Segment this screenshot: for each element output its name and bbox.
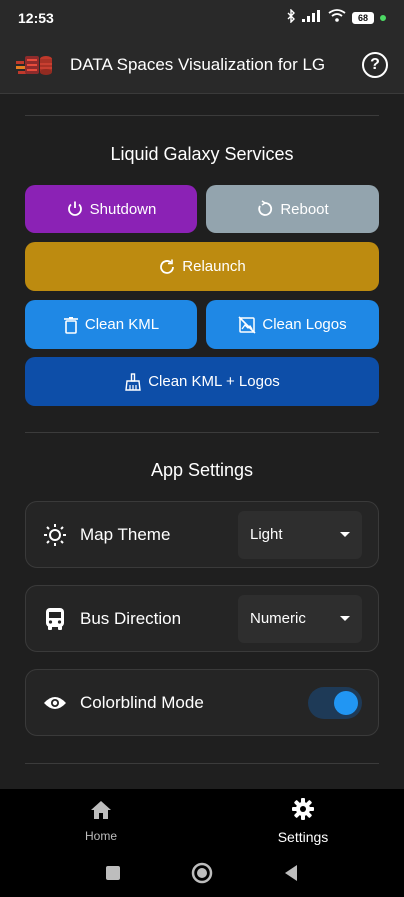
settings-content: Liquid Galaxy Services Shutdown Reboot R…: [0, 94, 404, 789]
reboot-button[interactable]: Reboot: [206, 185, 379, 233]
clean-all-button[interactable]: Clean KML + Logos: [25, 357, 379, 406]
battery-icon: 68: [352, 12, 374, 24]
restart-icon: [256, 200, 274, 218]
status-bar: 12:53 68: [0, 0, 404, 36]
gear-icon: [292, 797, 314, 825]
divider: [25, 432, 379, 433]
chevron-down-icon: [340, 616, 350, 621]
bluetooth-icon: [286, 7, 296, 28]
recents-icon[interactable]: [105, 865, 121, 886]
relaunch-label: Relaunch: [182, 258, 246, 275]
nav-home-label: Home: [84, 828, 117, 843]
refresh-icon: [158, 258, 176, 276]
map-theme-dropdown[interactable]: Light: [238, 510, 362, 559]
settings-title: App Settings: [150, 460, 254, 480]
sun-icon: [42, 523, 68, 547]
map-theme-setting: Map Theme Light: [25, 501, 379, 568]
chevron-down-icon: [340, 532, 350, 537]
nav-settings[interactable]: Settings: [202, 789, 404, 853]
nav-home[interactable]: Home: [0, 789, 202, 853]
colorblind-setting: Colorblind Mode: [25, 669, 379, 736]
bottom-nav: Home Settings: [0, 789, 404, 853]
app-title: DATA Spaces Visualization for LG: [70, 54, 326, 74]
shutdown-button[interactable]: Shutdown: [25, 185, 197, 233]
bus-direction-setting: Bus Direction Numeric: [25, 585, 379, 652]
relaunch-button[interactable]: Relaunch: [25, 242, 379, 291]
divider: [25, 115, 379, 116]
home-circle-icon[interactable]: [191, 862, 213, 889]
bus-direction-label: Bus Direction: [80, 608, 182, 628]
bus-direction-value: Numeric: [250, 610, 306, 627]
colorblind-toggle[interactable]: [308, 686, 362, 719]
trash-icon: [63, 316, 79, 334]
status-time: 12:53: [18, 10, 54, 26]
shutdown-label: Shutdown: [89, 200, 157, 218]
eye-icon: [42, 695, 68, 711]
clean-logos-label: Clean Logos: [262, 316, 347, 333]
map-theme-label: Map Theme: [80, 524, 171, 544]
bus-icon: [42, 607, 68, 631]
broom-icon: [124, 372, 142, 391]
colorblind-label: Colorblind Mode: [80, 692, 204, 712]
clean-all-label: Clean KML + Logos: [148, 373, 280, 390]
home-icon: [90, 800, 112, 825]
app-logo: [16, 52, 56, 78]
bus-direction-dropdown[interactable]: Numeric: [238, 594, 362, 643]
clean-kml-label: Clean KML: [84, 316, 160, 333]
wifi-icon: [328, 9, 346, 27]
toggle-knob: [334, 690, 358, 715]
reboot-label: Reboot: [280, 200, 329, 218]
power-icon: [66, 200, 84, 218]
clean-kml-button[interactable]: Clean KML: [25, 300, 197, 349]
hide-image-icon: [238, 315, 256, 334]
nav-settings-label: Settings: [277, 828, 329, 845]
services-title: Liquid Galaxy Services: [110, 144, 294, 164]
signal-icon: [302, 9, 322, 27]
divider: [25, 763, 379, 764]
map-theme-value: Light: [250, 526, 283, 543]
system-nav: [0, 853, 404, 897]
back-icon[interactable]: [283, 864, 299, 887]
status-icons: 68: [286, 7, 386, 28]
privacy-dot-icon: [380, 15, 386, 21]
help-icon[interactable]: ?: [362, 51, 388, 78]
clean-logos-button[interactable]: Clean Logos: [206, 300, 379, 349]
app-bar: DATA Spaces Visualization for LG ?: [0, 36, 404, 94]
